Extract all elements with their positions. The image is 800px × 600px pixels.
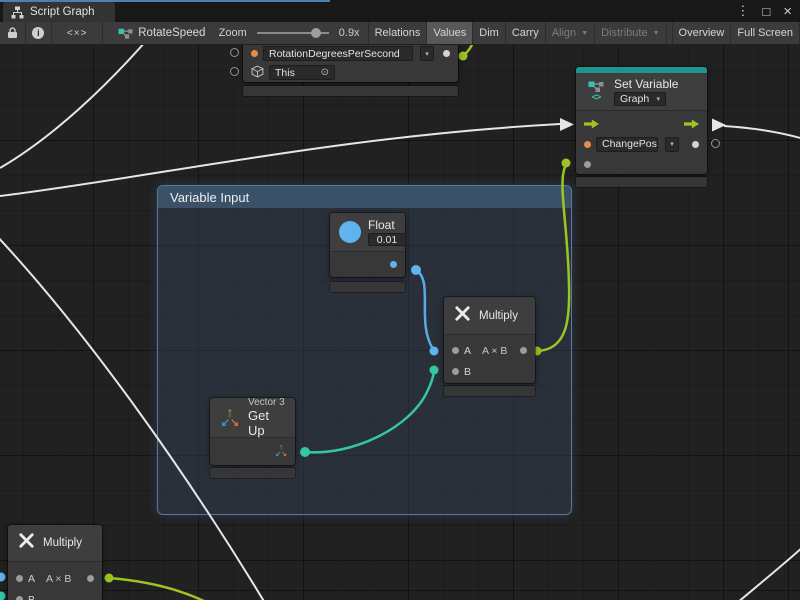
graph-name: RotateSpeed bbox=[138, 27, 205, 39]
graph-toolbar: i <×> RotateSpeed Zoom 0.9x Relations Va… bbox=[0, 22, 800, 45]
multiply-x-icon bbox=[453, 304, 472, 328]
zoom-slider-handle[interactable] bbox=[311, 28, 321, 38]
port-vector3-output[interactable]: ↑ ↙↘ bbox=[275, 444, 287, 458]
node-type-label: Vector 3 bbox=[248, 397, 286, 408]
flow-output-port[interactable] bbox=[684, 120, 699, 129]
node-title: Multiply bbox=[43, 537, 82, 549]
node-vector3-get-up[interactable]: ↑ ↙↘ Vector 3 Get Up ↑ ↙↘ bbox=[210, 398, 295, 465]
port-result-label: A × B bbox=[46, 573, 71, 585]
chevron-down-icon: ▾ bbox=[656, 95, 660, 103]
target-field[interactable]: This ⊙ bbox=[269, 65, 335, 80]
zoom-value: 0.9x bbox=[339, 27, 360, 39]
node-multiply-footer bbox=[444, 386, 535, 396]
port-a-input[interactable] bbox=[16, 575, 23, 582]
port-b-input[interactable] bbox=[452, 368, 459, 375]
info-icon: i bbox=[32, 27, 44, 39]
scope-dropdown[interactable]: Graph ▾ bbox=[614, 92, 666, 106]
toolbar-button-full-screen[interactable]: Full Screen bbox=[731, 22, 800, 44]
graph-icon bbox=[118, 28, 133, 39]
code-brackets-icon: <> bbox=[592, 92, 601, 102]
toolbar-button-overview[interactable]: Overview bbox=[672, 22, 732, 44]
port-variable-name-input[interactable] bbox=[584, 141, 591, 148]
node-multiply-bottom[interactable]: Multiply A A × B B bbox=[8, 525, 102, 600]
float-value: 0.01 bbox=[377, 234, 397, 246]
chevron-down-icon: ▼ bbox=[653, 30, 660, 37]
toolbar-button-carry[interactable]: Carry bbox=[506, 22, 546, 44]
variable-name-dropdown[interactable]: ChangePos bbox=[596, 137, 658, 152]
maximize-icon[interactable]: □ bbox=[762, 4, 770, 19]
port-value-output[interactable] bbox=[692, 141, 699, 148]
target-picker-icon[interactable]: ⊙ bbox=[321, 67, 329, 78]
node-get-variable-footer bbox=[243, 86, 458, 96]
toolbar-button-relations[interactable]: Relations bbox=[368, 22, 428, 44]
node-multiply[interactable]: Multiply A A × B B bbox=[444, 297, 535, 383]
chevron-down-icon[interactable]: ▾ bbox=[420, 46, 434, 61]
zoom-label: Zoom bbox=[219, 27, 247, 39]
graph-breadcrumb[interactable]: RotateSpeed bbox=[103, 22, 206, 44]
float-value-field[interactable]: 0.01 bbox=[368, 233, 406, 246]
tab-strip: Script Graph ⋮ □ × bbox=[0, 0, 800, 22]
toolbar-button-distribute[interactable]: Distribute▼ bbox=[595, 22, 666, 44]
node-title: Set Variable bbox=[614, 77, 678, 91]
port-value-output[interactable] bbox=[443, 50, 450, 57]
chevron-down-icon: ▼ bbox=[581, 30, 588, 37]
variable-name-dropdown[interactable]: RotationDegreesPerSecond bbox=[263, 46, 413, 61]
flow-input-port[interactable] bbox=[584, 120, 599, 129]
vector3-axes-icon: ↑ ↙↘ bbox=[219, 408, 241, 428]
multiply-x-icon bbox=[17, 531, 36, 555]
port-float-output[interactable] bbox=[390, 261, 397, 268]
port-a-label: A bbox=[28, 573, 35, 585]
window-menu-icon[interactable]: ⋮ bbox=[736, 3, 749, 19]
port-variable-name-input[interactable] bbox=[251, 50, 258, 57]
port-result-label: A × B bbox=[482, 345, 507, 357]
port-hollow-circle[interactable] bbox=[230, 67, 239, 76]
port-b-input[interactable] bbox=[16, 596, 23, 600]
code-view-button[interactable]: <×> bbox=[52, 22, 103, 44]
variable-name-value: ChangePos bbox=[602, 138, 657, 150]
tab-title: Script Graph bbox=[30, 6, 95, 18]
float-type-icon bbox=[339, 221, 361, 243]
port-b-label: B bbox=[464, 366, 471, 378]
node-vector3-footer bbox=[210, 468, 295, 478]
node-set-variable-footer bbox=[576, 177, 707, 187]
port-b-label: B bbox=[28, 594, 35, 600]
port-hollow-circle[interactable] bbox=[230, 48, 239, 57]
node-title: Multiply bbox=[479, 310, 518, 322]
gameobject-cube-icon bbox=[251, 65, 264, 81]
node-float-footer bbox=[330, 282, 405, 292]
port-a-input[interactable] bbox=[452, 347, 459, 354]
set-variable-graph-icon: <> bbox=[585, 81, 607, 102]
chevron-down-icon[interactable]: ▾ bbox=[665, 137, 679, 152]
node-title: Float bbox=[368, 218, 406, 232]
tab-script-graph[interactable]: Script Graph bbox=[3, 2, 115, 22]
toolbar-button-dim[interactable]: Dim bbox=[473, 22, 506, 44]
script-graph-icon bbox=[11, 6, 24, 19]
node-title: Get Up bbox=[248, 408, 286, 438]
close-icon[interactable]: × bbox=[783, 3, 792, 20]
port-a-label: A bbox=[464, 345, 471, 357]
group-header[interactable]: Variable Input bbox=[158, 186, 571, 208]
port-new-value-input[interactable] bbox=[584, 161, 591, 168]
script-graph-window: Variable Input Rota bbox=[0, 0, 800, 600]
group-title: Variable Input bbox=[170, 190, 249, 205]
node-float-literal[interactable]: Float 0.01 bbox=[330, 213, 405, 277]
inspect-button[interactable]: i bbox=[26, 22, 53, 44]
lock-button[interactable] bbox=[0, 22, 26, 44]
scope-value: Graph bbox=[620, 93, 649, 105]
port-result-output[interactable] bbox=[520, 347, 527, 354]
toolbar-button-values[interactable]: Values bbox=[427, 22, 473, 44]
node-set-variable[interactable]: <> Set Variable Graph ▾ ChangePos ▾ bbox=[576, 67, 707, 174]
port-result-output[interactable] bbox=[87, 575, 94, 582]
lock-icon bbox=[7, 27, 18, 39]
zoom-slider[interactable] bbox=[257, 28, 329, 38]
target-value: This bbox=[275, 67, 295, 79]
toolbar-button-align[interactable]: Align▼ bbox=[546, 22, 595, 44]
variable-name-value: RotationDegreesPerSecond bbox=[269, 48, 400, 60]
code-toggle-icon: <×> bbox=[67, 28, 88, 39]
port-hollow-circle[interactable] bbox=[711, 139, 720, 148]
